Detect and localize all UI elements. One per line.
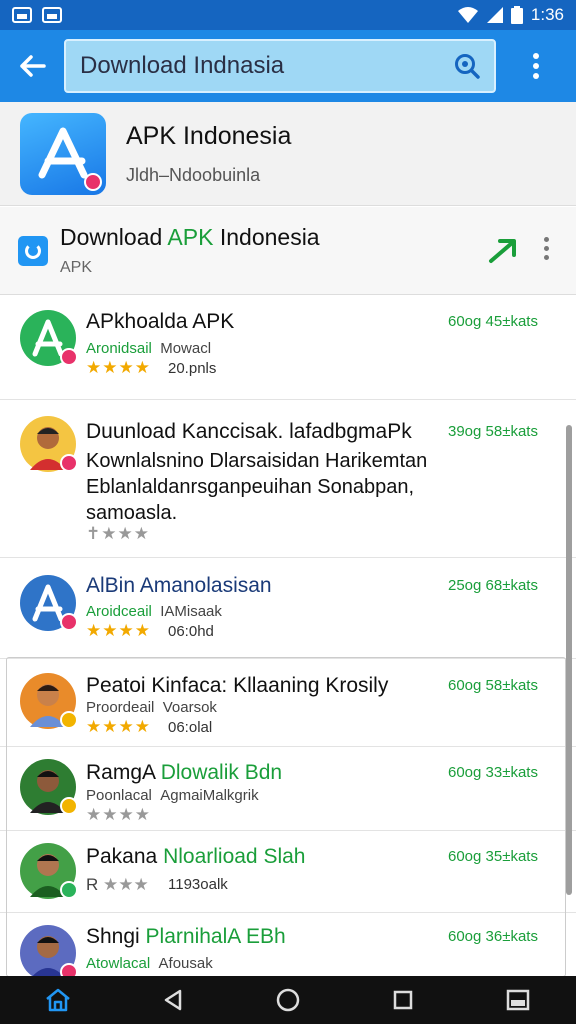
download-banner[interactable]: Download APK Indonesia APK (0, 207, 576, 295)
app-title: AlBin Amanolasisan (86, 574, 272, 597)
scrollbar[interactable] (566, 425, 572, 895)
status-bar: 1:36 (0, 0, 576, 30)
back-triangle-icon (164, 989, 182, 1011)
more-vert-icon (544, 237, 549, 260)
screenshot-nav-button[interactable] (498, 980, 538, 1020)
featured-app-title: APK Indonesia (126, 121, 292, 150)
recents-nav-button[interactable] (383, 980, 423, 1020)
app-size: 25og 68±kats (448, 577, 538, 594)
overflow-menu-button[interactable] (496, 30, 576, 102)
more-vert-icon (533, 53, 539, 79)
app-avatar-icon (20, 310, 78, 366)
rating-stars: ★★★★ (86, 358, 151, 377)
home-icon (45, 988, 70, 1012)
app-screen: 1:36 Download Indnasia APK Indonesia Jld… (0, 0, 576, 1024)
recents-square-icon (393, 990, 413, 1010)
rating-stars: ✝★★★ (86, 524, 150, 543)
trending-arrow-icon[interactable] (488, 235, 518, 265)
banner-subtitle: APK (60, 259, 93, 276)
rating-stars: ★★★★ (86, 621, 151, 640)
image-notification-icon (42, 7, 62, 23)
top-toolbar: Download Indnasia (0, 30, 576, 102)
home-circle-button[interactable] (268, 980, 308, 1020)
back-arrow-icon (20, 55, 46, 77)
home-nav-button[interactable] (38, 980, 78, 1020)
app-avatar-icon (20, 575, 78, 631)
back-nav-button[interactable] (153, 980, 193, 1020)
refresh-app-icon (18, 235, 48, 266)
list-item[interactable]: APkhoalda APK 60og 45±kats Aronidsail Mo… (0, 296, 576, 400)
notification-icons (12, 7, 62, 23)
app-meta: 06:0hd (168, 623, 214, 640)
app-developer: Aroidceail IAMisaak (86, 603, 222, 620)
featured-app-header[interactable]: APK Indonesia Jldh–Ndoobuinla (0, 102, 576, 206)
window-icon (507, 989, 530, 1011)
home-circle-icon (276, 988, 300, 1012)
list-item[interactable]: Duunload Kanccisak. lafadbgmaPk 39og 58±… (0, 400, 576, 558)
app-title: Duunload Kanccisak. lafadbgmaPk (86, 420, 412, 443)
battery-icon (510, 6, 523, 24)
app-title: APkhoalda APK (86, 310, 235, 333)
system-nav-bar (0, 976, 576, 1024)
person-avatar-icon (20, 416, 78, 472)
wifi-icon (457, 7, 478, 23)
gallery-notification-icon (12, 7, 32, 23)
search-input[interactable]: Download Indnasia (64, 39, 496, 93)
app-description: Kownlalsnino Dlarsaisidan Harikemtan Ebl… (86, 450, 428, 524)
search-query: Download Indnasia (80, 52, 285, 79)
banner-title: Download APK Indonesia (60, 224, 320, 250)
search-icon[interactable] (454, 53, 480, 79)
featured-app-subtitle: Jldh–Ndoobuinla (126, 164, 261, 185)
signal-icon (486, 7, 503, 23)
banner-menu-button[interactable] (544, 237, 549, 260)
app-meta: 20.pnls (168, 360, 217, 377)
app-badge-icon (84, 172, 102, 191)
list-item[interactable]: AlBin Amanolasisan 25og 68±kats Aroidcea… (0, 558, 576, 659)
app-store-icon (20, 112, 106, 195)
status-time: 1:36 (530, 5, 564, 24)
list-panel-frame (6, 657, 566, 977)
app-size: 60og 45±kats (448, 313, 538, 330)
app-size: 39og 58±kats (448, 423, 538, 440)
back-button[interactable] (0, 30, 64, 102)
app-developer: Aronidsail Mowacl (86, 340, 212, 357)
